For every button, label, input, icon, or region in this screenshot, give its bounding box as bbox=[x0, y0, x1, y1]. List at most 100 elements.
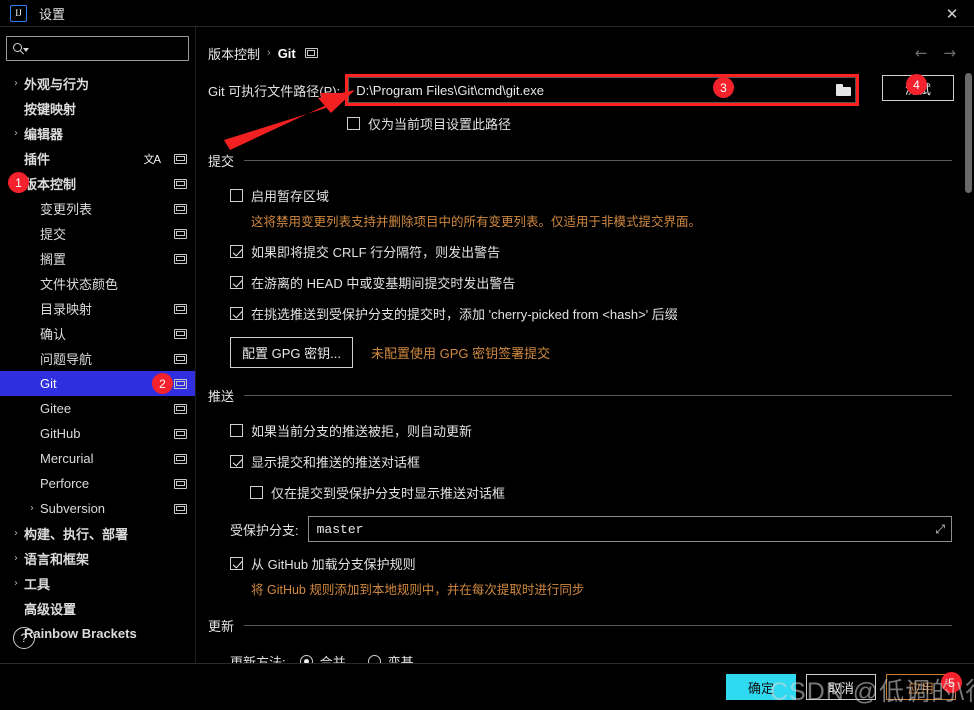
commit-staging-hint: 这将禁用变更列表支持并删除项目中的所有变更列表。仅适用于非模式提交界面。 bbox=[251, 215, 702, 229]
protected-branch-input[interactable] bbox=[316, 521, 936, 537]
sidebar-item-label: 插件 bbox=[24, 152, 51, 167]
detached-head-warning-checkbox[interactable] bbox=[230, 276, 243, 289]
update-method-rebase[interactable]: 变基 bbox=[367, 652, 414, 663]
protected-branch-dialog-checkbox[interactable] bbox=[250, 486, 263, 499]
sidebar-item-label: 变更列表 bbox=[40, 202, 93, 217]
vertical-scrollbar[interactable] bbox=[965, 73, 972, 193]
github-rule-row[interactable]: 从 GitHub 加载分支保护规则 bbox=[230, 554, 952, 573]
project-only-row[interactable]: 仅为当前项目设置此路径 bbox=[196, 114, 974, 133]
sidebar-item-语言和框架[interactable]: › 语言和框架 bbox=[0, 546, 195, 571]
translate-icon[interactable]: 文A bbox=[143, 151, 161, 167]
sidebar-item-label: Gitee bbox=[40, 401, 72, 416]
sidebar: ›外观与行为按键映射›编辑器插件 文A ›版本控制变更列表提交搁置文件状态颜色目录映… bbox=[0, 27, 196, 663]
window-icon[interactable] bbox=[174, 228, 187, 239]
update-method-row: 更新方法: 合并 变基 bbox=[230, 652, 952, 663]
crlf-warning-checkbox[interactable] bbox=[230, 245, 243, 258]
sidebar-item-perforce[interactable]: Perforce bbox=[0, 471, 195, 496]
window-icon[interactable] bbox=[174, 403, 187, 414]
sidebar-item-label: Subversion bbox=[40, 501, 106, 516]
nav-arrows: ← → bbox=[915, 39, 956, 67]
window-icon[interactable] bbox=[174, 378, 187, 389]
sidebar-item-确认[interactable]: 确认 bbox=[0, 321, 195, 346]
auto-update-rejected-label: 如果当前分支的推送被拒，则自动更新 bbox=[251, 424, 473, 439]
title-bar: IJ 设置 ✕ bbox=[0, 0, 974, 27]
rebase-label: 变基 bbox=[387, 655, 414, 663]
intellij-logo-icon: IJ bbox=[10, 4, 27, 22]
sidebar-item-插件[interactable]: 插件 文A bbox=[0, 146, 195, 171]
git-path-field[interactable] bbox=[345, 74, 860, 106]
sidebar-item-版本控制[interactable]: ›版本控制 bbox=[0, 171, 195, 196]
sidebar-item-按键映射[interactable]: 按键映射 bbox=[0, 96, 195, 121]
sidebar-item-文件状态颜色[interactable]: 文件状态颜色 bbox=[0, 271, 195, 296]
push-option-2[interactable]: 仅在提交到受保护分支时显示推送对话框 bbox=[230, 483, 952, 502]
sidebar-item-label: 搁置 bbox=[40, 252, 67, 267]
sidebar-item-搁置[interactable]: 搁置 bbox=[0, 246, 195, 271]
expand-icon[interactable]: ⤢ bbox=[935, 522, 945, 537]
chevron-right-icon[interactable]: › bbox=[8, 78, 24, 89]
sidebar-item-变更列表[interactable]: 变更列表 bbox=[0, 196, 195, 221]
window-icon[interactable] bbox=[174, 328, 187, 339]
github-branch-protection-checkbox[interactable] bbox=[230, 557, 243, 570]
protected-branch-field[interactable]: ⤢ bbox=[307, 516, 952, 542]
merge-radio[interactable] bbox=[299, 655, 313, 663]
annotation-badge-4: 4 bbox=[906, 74, 927, 95]
search-input[interactable] bbox=[31, 41, 186, 56]
rebase-radio[interactable] bbox=[367, 655, 381, 663]
breadcrumb-parent[interactable]: 版本控制 bbox=[208, 44, 260, 63]
window-icon[interactable] bbox=[174, 303, 187, 314]
sidebar-item-问题导航[interactable]: 问题导航 bbox=[0, 346, 195, 371]
window-icon[interactable] bbox=[174, 203, 187, 214]
push-option-0[interactable]: 如果当前分支的推送被拒，则自动更新 bbox=[230, 421, 952, 440]
sidebar-item-工具[interactable]: › 工具 bbox=[0, 571, 195, 596]
sidebar-item-外观与行为[interactable]: › 外观与行为 bbox=[0, 71, 195, 96]
window-icon[interactable] bbox=[174, 503, 187, 514]
update-method-label: 更新方法: bbox=[230, 655, 286, 663]
sidebar-item-gitee[interactable]: Gitee bbox=[0, 396, 195, 421]
window-icon[interactable] bbox=[174, 478, 187, 489]
window-icon[interactable] bbox=[174, 253, 187, 264]
sidebar-item-label: 确认 bbox=[40, 327, 67, 342]
sidebar-item-目录映射[interactable]: 目录映射 bbox=[0, 296, 195, 321]
sidebar-item-编辑器[interactable]: › 编辑器 bbox=[0, 121, 195, 146]
sidebar-item-mercurial[interactable]: Mercurial bbox=[0, 446, 195, 471]
chevron-right-icon[interactable]: › bbox=[8, 578, 24, 589]
commit-option-3[interactable]: 在挑选推送到受保护分支的提交时，添加 'cherry-picked from <… bbox=[230, 304, 952, 323]
close-icon[interactable]: ✕ bbox=[930, 0, 974, 27]
project-only-checkbox[interactable] bbox=[347, 117, 360, 130]
cherry-pick-suffix-checkbox[interactable] bbox=[230, 307, 243, 320]
chevron-right-icon[interactable]: › bbox=[24, 503, 40, 514]
chevron-right-icon[interactable]: › bbox=[8, 553, 24, 564]
window-icon[interactable] bbox=[174, 453, 187, 464]
sidebar-item-github[interactable]: GitHub bbox=[0, 421, 195, 446]
window-icon[interactable] bbox=[174, 153, 187, 164]
cherry-pick-suffix-label: 在挑选推送到受保护分支的提交时，添加 'cherry-picked from <… bbox=[251, 307, 678, 322]
window-icon[interactable] bbox=[174, 428, 187, 439]
show-push-dialog-checkbox[interactable] bbox=[230, 455, 243, 468]
chevron-right-icon[interactable]: › bbox=[8, 528, 24, 539]
auto-update-rejected-checkbox[interactable] bbox=[230, 424, 243, 437]
commit-option-0[interactable]: 启用暂存区域 bbox=[230, 186, 952, 205]
update-method-merge[interactable]: 合并 bbox=[299, 652, 346, 663]
window-icon[interactable] bbox=[174, 178, 187, 189]
sidebar-item-subversion[interactable]: › Subversion bbox=[0, 496, 195, 521]
configure-gpg-key-button[interactable]: 配置 GPG 密钥... bbox=[230, 337, 353, 368]
window-icon[interactable] bbox=[174, 353, 187, 364]
folder-browse-icon[interactable] bbox=[836, 84, 852, 96]
sidebar-item-构建、执行、部署[interactable]: › 构建、执行、部署 bbox=[0, 521, 195, 546]
back-arrow-icon[interactable]: ← bbox=[915, 44, 928, 62]
chevron-right-icon[interactable]: › bbox=[8, 128, 24, 139]
help-icon[interactable]: ? bbox=[13, 627, 35, 649]
push-option-1[interactable]: 显示提交和推送的推送对话框 bbox=[230, 452, 952, 471]
update-section-body: 更新方法: 合并 变基 使用以下方法清理工作树: bbox=[208, 635, 952, 663]
forward-arrow-icon[interactable]: → bbox=[943, 44, 956, 62]
sidebar-item-label: 构建、执行、部署 bbox=[24, 527, 129, 542]
search-box[interactable] bbox=[6, 36, 189, 61]
commit-section-header: 提交 bbox=[208, 151, 952, 170]
sidebar-item-提交[interactable]: 提交 bbox=[0, 221, 195, 246]
sidebar-item-高级设置[interactable]: 高级设置 bbox=[0, 596, 195, 621]
enable-staging-checkbox[interactable] bbox=[230, 189, 243, 202]
commit-option-2[interactable]: 在游离的 HEAD 中或变基期间提交时发出警告 bbox=[230, 273, 952, 292]
commit-option-1[interactable]: 如果即将提交 CRLF 行分隔符，则发出警告 bbox=[230, 242, 952, 261]
git-path-input[interactable] bbox=[356, 82, 837, 98]
git-path-label: Git 可执行文件路径(P): bbox=[208, 83, 341, 99]
